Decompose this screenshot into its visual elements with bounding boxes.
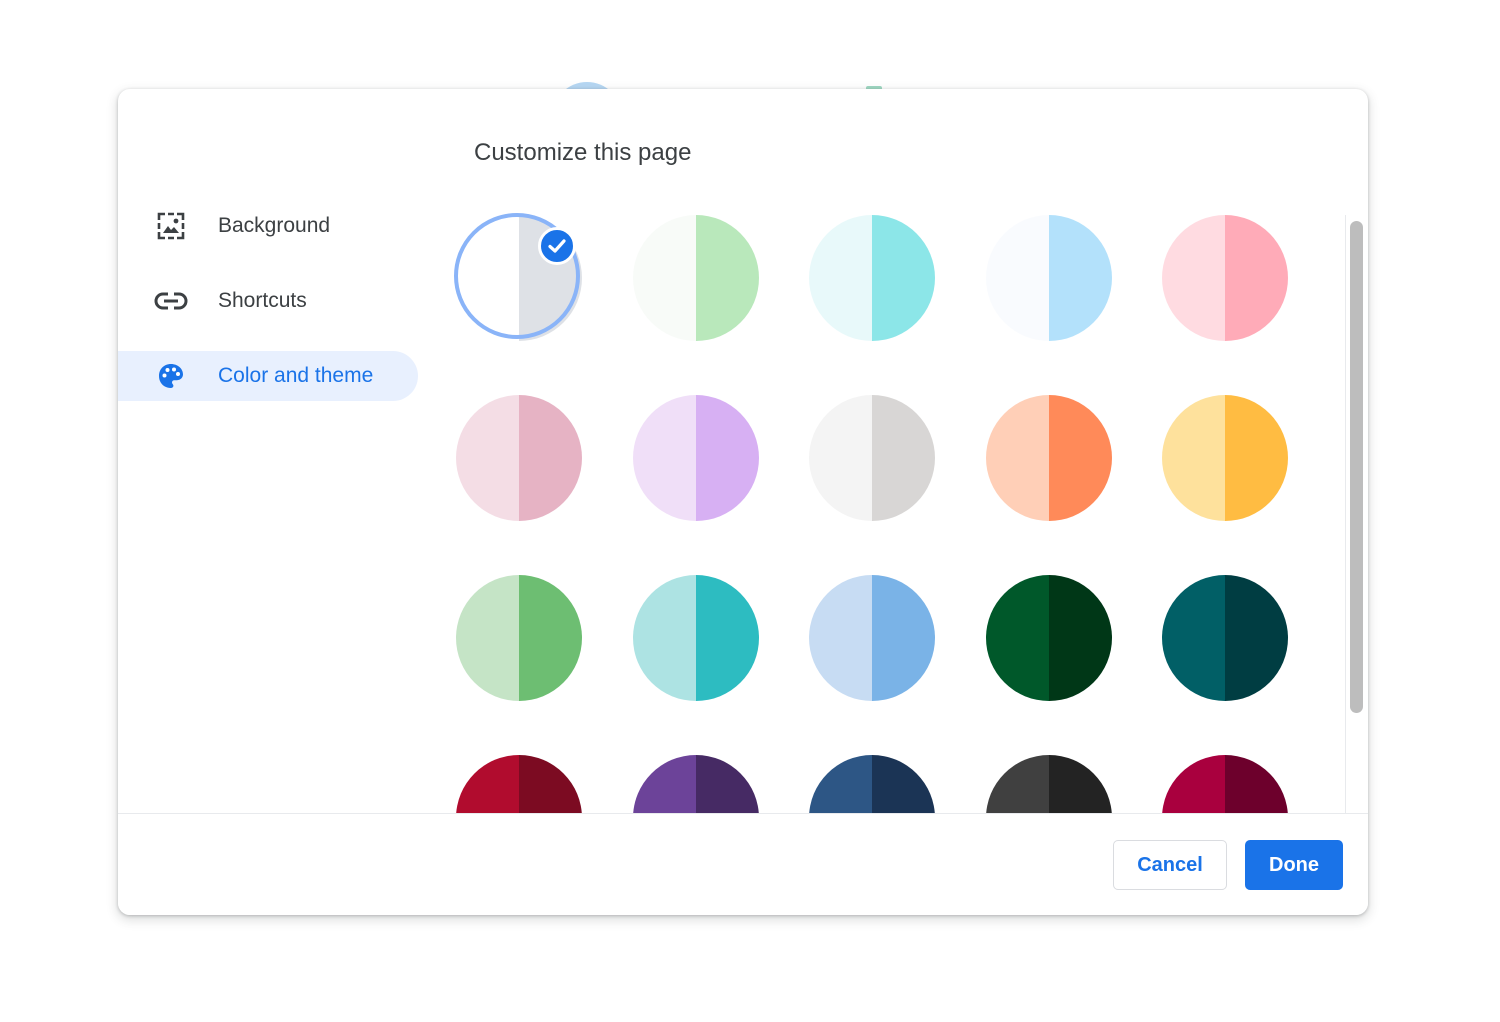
- sidebar-item-label: Background: [218, 214, 331, 237]
- sidebar-item-label: Shortcuts: [218, 289, 307, 312]
- cancel-button[interactable]: Cancel: [1113, 840, 1227, 890]
- done-button[interactable]: Done: [1245, 840, 1343, 890]
- theme-swatch[interactable]: [456, 755, 582, 813]
- theme-swatch[interactable]: [1162, 395, 1288, 521]
- theme-swatch[interactable]: [1162, 215, 1288, 341]
- sidebar-item-color-and-theme[interactable]: Color and theme: [118, 351, 418, 401]
- theme-swatch[interactable]: [632, 755, 759, 813]
- dialog-footer: Cancel Done: [118, 813, 1368, 915]
- sidebar-item-shortcuts[interactable]: Shortcuts: [118, 276, 418, 326]
- sidebar-item-label: Color and theme: [218, 364, 374, 387]
- theme-swatch[interactable]: [632, 215, 759, 341]
- theme-swatch[interactable]: [985, 395, 1112, 521]
- theme-swatch[interactable]: [1162, 755, 1288, 813]
- theme-swatch[interactable]: [809, 395, 935, 521]
- theme-swatch[interactable]: [632, 395, 759, 521]
- dialog-title: Customize this page: [474, 139, 692, 166]
- customize-dialog: Customize this page Background Shortcuts…: [118, 89, 1368, 915]
- palette-icon: [154, 363, 188, 389]
- theme-swatch[interactable]: [985, 215, 1112, 341]
- background-icon: [154, 212, 188, 240]
- theme-swatch[interactable]: [456, 575, 582, 701]
- sidebar-item-background[interactable]: Background: [118, 201, 418, 251]
- scrollbar[interactable]: [1345, 215, 1368, 813]
- link-icon: [154, 288, 188, 314]
- sidebar: Background Shortcuts Color and theme: [118, 201, 418, 426]
- checkmark-icon: [538, 227, 576, 265]
- theme-swatch[interactable]: [985, 755, 1112, 813]
- theme-swatch[interactable]: [632, 575, 759, 701]
- theme-swatch[interactable]: [1162, 575, 1288, 701]
- theme-swatch[interactable]: [454, 213, 582, 341]
- theme-swatch[interactable]: [809, 575, 935, 701]
- theme-swatch[interactable]: [985, 575, 1112, 701]
- theme-swatch[interactable]: [456, 395, 582, 521]
- scrollbar-thumb[interactable]: [1350, 221, 1363, 713]
- theme-swatch[interactable]: [809, 755, 935, 813]
- theme-swatch[interactable]: [809, 215, 935, 341]
- theme-grid: [454, 213, 1346, 813]
